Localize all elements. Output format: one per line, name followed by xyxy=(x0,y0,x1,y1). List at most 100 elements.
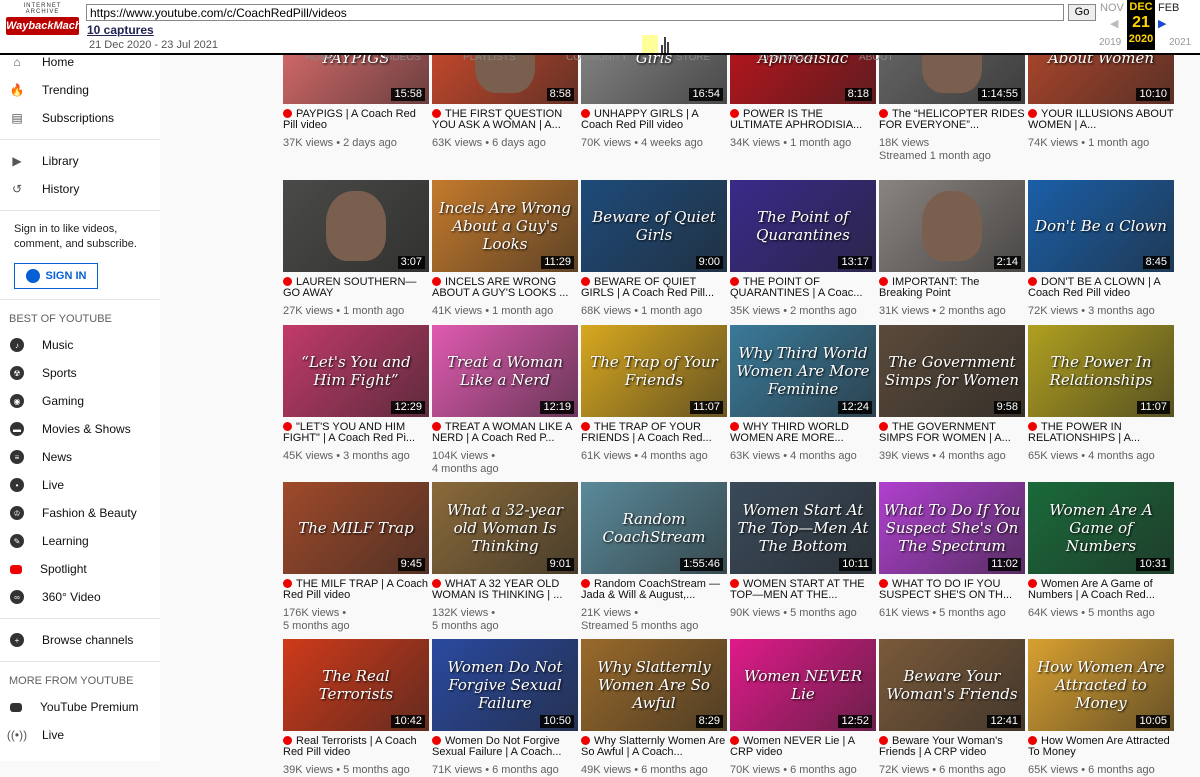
video-card[interactable]: Beware of Quiet Girls 9:00 BEWARE OF QUIET… xyxy=(581,180,727,318)
url-input[interactable] xyxy=(86,4,1064,21)
video-thumbnail[interactable]: Women Start At The Top—Men At The Bottom… xyxy=(730,482,876,574)
captures-link[interactable]: 10 captures xyxy=(87,23,154,37)
wayback-logo[interactable]: INTERNET ARCHIVE WaybackMachine xyxy=(6,3,98,35)
video-title[interactable]: WHY THIRD WORLD WOMEN ARE MORE... xyxy=(730,422,876,444)
sidebar-item-news[interactable]: ≡ News xyxy=(0,443,160,471)
video-title[interactable]: POWER IS THE ULTIMATE APHRODISIA... xyxy=(730,109,876,131)
video-card[interactable]: Why Third World Women Are More Feminine 1… xyxy=(730,325,876,463)
video-card[interactable]: What To Do If You Suspect She's On The S… xyxy=(879,482,1025,620)
video-thumbnail[interactable]: Women Are A Game of Numbers 10:31 xyxy=(1028,482,1174,574)
sidebar-item-360-video[interactable]: ∞ 360° Video xyxy=(0,583,160,611)
video-thumbnail[interactable]: 3:07 xyxy=(283,180,429,272)
video-thumbnail[interactable]: Why Third World Women Are More Feminine 1… xyxy=(730,325,876,417)
sidebar-item-movies[interactable]: ▬ Movies & Shows xyxy=(0,415,160,443)
sidebar-item-live[interactable]: • Live xyxy=(0,471,160,499)
video-thumbnail[interactable]: Incels Are Wrong About a Guy's Looks 11:2… xyxy=(432,180,578,272)
video-card[interactable]: Women NEVER Lie 12:52 Women NEVER Lie | A … xyxy=(730,639,876,777)
video-thumbnail[interactable]: The Point of Quarantines 13:17 xyxy=(730,180,876,272)
video-thumbnail[interactable]: What To Do If You Suspect She's On The S… xyxy=(879,482,1025,574)
sidebar-item-spotlight[interactable]: Spotlight xyxy=(0,555,160,583)
video-thumbnail[interactable]: Treat a Woman Like a Nerd 12:19 xyxy=(432,325,578,417)
video-card[interactable]: Incels Are Wrong About a Guy's Looks 11:2… xyxy=(432,180,578,318)
video-thumbnail[interactable]: “Let's You and Him Fight” 12:29 xyxy=(283,325,429,417)
video-thumbnail[interactable]: 2:14 xyxy=(879,180,1025,272)
video-card[interactable]: Women Do Not Forgive Sexual Failure 10:50… xyxy=(432,639,578,777)
video-title[interactable]: PAYPIGS | A Coach Red Pill video xyxy=(283,109,429,131)
video-thumbnail[interactable]: The Trap of Your Friends 11:07 xyxy=(581,325,727,417)
video-card[interactable]: What a 32-year old Woman Is Thinking 9:01… xyxy=(432,482,578,633)
video-title[interactable]: How Women Are Attracted To Money xyxy=(1028,736,1174,758)
video-card[interactable]: Treat a Woman Like a Nerd 12:19 TREAT A WO… xyxy=(432,325,578,476)
video-title[interactable]: UNHAPPY GIRLS | A Coach Red Pill video xyxy=(581,109,727,131)
video-thumbnail[interactable]: Random CoachStream 1:55:46 xyxy=(581,482,727,574)
go-button[interactable]: Go xyxy=(1068,4,1096,21)
video-title[interactable]: "LET'S YOU AND HIM FIGHT" | A Coach Red … xyxy=(283,422,429,444)
sidebar-item-youtube-premium[interactable]: YouTube Premium xyxy=(0,693,160,721)
video-title[interactable]: THE POWER IN RELATIONSHIPS | A... xyxy=(1028,422,1174,444)
video-title[interactable]: DON'T BE A CLOWN | A Coach Red Pill vide… xyxy=(1028,277,1174,299)
video-title[interactable]: WHAT TO DO IF YOU SUSPECT SHE'S ON TH... xyxy=(879,579,1025,601)
video-thumbnail[interactable]: The Government Simps for Women 9:58 xyxy=(879,325,1025,417)
sidebar-item-sports[interactable]: ☢ Sports xyxy=(0,359,160,387)
video-title[interactable]: WOMEN START AT THE TOP—MEN AT THE... xyxy=(730,579,876,601)
video-title[interactable]: Beware Your Woman's Friends | A CRP vide… xyxy=(879,736,1025,758)
video-card[interactable]: Random CoachStream 1:55:46 Random CoachStr… xyxy=(581,482,727,633)
video-title[interactable]: THE TRAP OF YOUR FRIENDS | A Coach Red..… xyxy=(581,422,727,444)
video-title[interactable]: INCELS ARE WRONG ABOUT A GUY'S LOOKS ... xyxy=(432,277,578,299)
video-title[interactable]: WHAT A 32 YEAR OLD WOMAN IS THINKING | .… xyxy=(432,579,578,601)
sidebar-item-library[interactable]: ▶ Library xyxy=(0,147,160,175)
video-card[interactable]: The Trap of Your Friends 11:07 THE TRAP OF… xyxy=(581,325,727,463)
video-thumbnail[interactable]: The MILF Trap 9:45 xyxy=(283,482,429,574)
video-title[interactable]: LAUREN SOUTHERN—GO AWAY xyxy=(283,277,429,299)
sidebar-item-live-broadcast[interactable]: ((•)) Live xyxy=(0,721,160,749)
video-thumbnail[interactable]: Don't Be a Clown 8:45 xyxy=(1028,180,1174,272)
video-title[interactable]: THE GOVERNMENT SIMPS FOR WOMEN | A... xyxy=(879,422,1025,444)
video-thumbnail[interactable]: Why Slatternly Women Are So Awful 8:29 xyxy=(581,639,727,731)
video-card[interactable]: “Let's You and Him Fight” 12:29 "LET'S YOU… xyxy=(283,325,429,463)
video-title[interactable]: THE POINT OF QUARANTINES | A Coac... xyxy=(730,277,876,299)
sidebar-item-music[interactable]: ♪ Music xyxy=(0,331,160,359)
next-arrow-icon[interactable]: ▶ xyxy=(1158,17,1166,30)
video-title[interactable]: Why Slatternly Women Are So Awful | A Co… xyxy=(581,736,727,758)
video-card[interactable]: The Point of Quarantines 13:17 THE POINT O… xyxy=(730,180,876,318)
video-title[interactable]: IMPORTANT: The Breaking Point xyxy=(879,277,1025,299)
next-year[interactable]: 2021 xyxy=(1169,37,1191,48)
video-card[interactable]: 2:14 IMPORTANT: The Breaking Point 31K vie… xyxy=(879,180,1025,318)
video-thumbnail[interactable]: Beware of Quiet Girls 9:00 xyxy=(581,180,727,272)
sidebar-item-gaming[interactable]: ◉ Gaming xyxy=(0,387,160,415)
video-title[interactable]: Women Do Not Forgive Sexual Failure | A … xyxy=(432,736,578,758)
video-title[interactable]: Random CoachStream — Jada & Will & Augus… xyxy=(581,579,727,601)
video-card[interactable]: The Power In Relationships 11:07 THE POWER… xyxy=(1028,325,1174,463)
video-thumbnail[interactable]: The Real Terrorists 10:42 xyxy=(283,639,429,731)
video-card[interactable]: Beware Your Woman's Friends 12:41 Beware Y… xyxy=(879,639,1025,777)
video-card[interactable]: Women Are A Game of Numbers 10:31 Women Ar… xyxy=(1028,482,1174,620)
video-title[interactable]: The “HELICOPTER RIDES FOR EVERYONE”... xyxy=(879,109,1025,131)
prev-year[interactable]: 2019 xyxy=(1099,37,1121,48)
prev-month[interactable]: NOV xyxy=(1100,2,1124,14)
video-card[interactable]: Don't Be a Clown 8:45 DON'T BE A CLOWN | A… xyxy=(1028,180,1174,318)
video-thumbnail[interactable]: The Power In Relationships 11:07 xyxy=(1028,325,1174,417)
video-card[interactable]: Why Slatternly Women Are So Awful 8:29 Why… xyxy=(581,639,727,777)
video-card[interactable]: Women Start At The Top—Men At The Bottom… xyxy=(730,482,876,620)
video-thumbnail[interactable]: What a 32-year old Woman Is Thinking 9:01 xyxy=(432,482,578,574)
video-card[interactable]: The Real Terrorists 10:42 Real Terrorists … xyxy=(283,639,429,777)
video-thumbnail[interactable]: How Women Are Attracted to Money 10:05 xyxy=(1028,639,1174,731)
video-title[interactable]: THE FIRST QUESTION YOU ASK A WOMAN | A..… xyxy=(432,109,578,131)
next-month[interactable]: FEB xyxy=(1158,2,1179,14)
video-title[interactable]: BEWARE OF QUIET GIRLS | A Coach Red Pill… xyxy=(581,277,727,299)
prev-arrow-icon[interactable]: ◀ xyxy=(1110,17,1118,30)
video-title[interactable]: Women Are A Game of Numbers | A Coach Re… xyxy=(1028,579,1174,601)
sidebar-item-fashion[interactable]: ♔ Fashion & Beauty xyxy=(0,499,160,527)
sidebar-item-browse-channels[interactable]: + Browse channels xyxy=(0,626,160,654)
sidebar-item-learning[interactable]: ✎ Learning xyxy=(0,527,160,555)
video-title[interactable]: Real Terrorists | A Coach Red Pill video xyxy=(283,736,429,758)
sidebar-item-subscriptions[interactable]: ▤ Subscriptions xyxy=(0,104,160,132)
video-title[interactable]: TREAT A WOMAN LIKE A NERD | A Coach Red … xyxy=(432,422,578,444)
video-card[interactable]: 3:07 LAUREN SOUTHERN—GO AWAY 27K views • 1… xyxy=(283,180,429,318)
capture-sparkline[interactable] xyxy=(225,33,1085,53)
video-card[interactable]: The MILF Trap 9:45 THE MILF TRAP | A Coach… xyxy=(283,482,429,633)
video-thumbnail[interactable]: Women Do Not Forgive Sexual Failure 10:50 xyxy=(432,639,578,731)
video-thumbnail[interactable]: Beware Your Woman's Friends 12:41 xyxy=(879,639,1025,731)
sidebar-item-history[interactable]: ↺ History xyxy=(0,175,160,203)
video-title[interactable]: THE MILF TRAP | A Coach Red Pill video xyxy=(283,579,429,601)
